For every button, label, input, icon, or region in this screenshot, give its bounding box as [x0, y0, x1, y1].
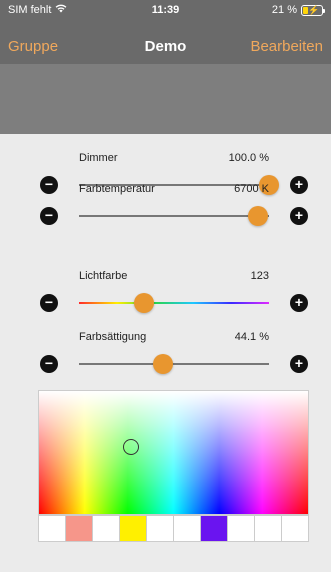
- color-swatch[interactable]: [147, 516, 174, 541]
- color-picker[interactable]: [38, 390, 309, 515]
- color-swatches: [38, 515, 309, 542]
- slider-label: Dimmer: [79, 152, 118, 164]
- decrease-button[interactable]: −: [40, 294, 58, 312]
- slider-label: Farbsättigung: [79, 331, 147, 343]
- slider-label: Lichtfarbe: [79, 270, 128, 282]
- status-bar: SIM fehlt 11:39 21 % ⚡: [0, 0, 331, 22]
- edit-button[interactable]: Bearbeiten: [250, 38, 323, 55]
- slider-track[interactable]: [79, 215, 269, 217]
- increase-button[interactable]: +: [290, 207, 308, 225]
- color-swatch[interactable]: [93, 516, 120, 541]
- slider-label: Farbtemperatur: [79, 183, 155, 195]
- slider-track[interactable]: [79, 363, 269, 365]
- battery-icon: ⚡: [301, 4, 325, 16]
- decrease-button[interactable]: −: [40, 207, 58, 225]
- slider-thumb[interactable]: [133, 293, 154, 313]
- color-swatch[interactable]: [201, 516, 228, 541]
- hue-slider-track[interactable]: [79, 302, 269, 304]
- color-picker-cursor[interactable]: [123, 439, 139, 455]
- color-swatch[interactable]: [255, 516, 282, 541]
- color-swatch[interactable]: [228, 516, 255, 541]
- battery-percent: 21 %: [271, 4, 297, 16]
- slider-value: 100.0 %: [228, 152, 269, 164]
- increase-button[interactable]: +: [290, 355, 308, 373]
- slider-row-light-color: Lichtfarbe 123 − +: [0, 270, 331, 330]
- top-bar: SIM fehlt 11:39 21 % ⚡ Gruppe Demo Bearb…: [0, 0, 331, 70]
- color-swatch[interactable]: [39, 516, 66, 541]
- slider-row-saturation: Farbsättigung 44.1 % − +: [0, 331, 331, 391]
- color-swatch[interactable]: [282, 516, 308, 541]
- header-banner: [0, 64, 331, 134]
- color-swatch[interactable]: [120, 516, 147, 541]
- battery-status: 21 % ⚡: [271, 4, 325, 16]
- increase-button[interactable]: +: [290, 294, 308, 312]
- slider-value: 123: [250, 270, 269, 282]
- navigation-bar: Gruppe Demo Bearbeiten: [0, 28, 331, 64]
- slider-value: 44.1 %: [234, 331, 269, 343]
- slider-value: 6700 K: [234, 183, 269, 195]
- slider-row-color-temperature: Farbtemperatur 6700 K − +: [0, 183, 331, 243]
- color-swatch[interactable]: [174, 516, 201, 541]
- color-swatch[interactable]: [66, 516, 93, 541]
- decrease-button[interactable]: −: [40, 355, 58, 373]
- slider-thumb[interactable]: [152, 354, 173, 374]
- slider-thumb[interactable]: [247, 206, 268, 226]
